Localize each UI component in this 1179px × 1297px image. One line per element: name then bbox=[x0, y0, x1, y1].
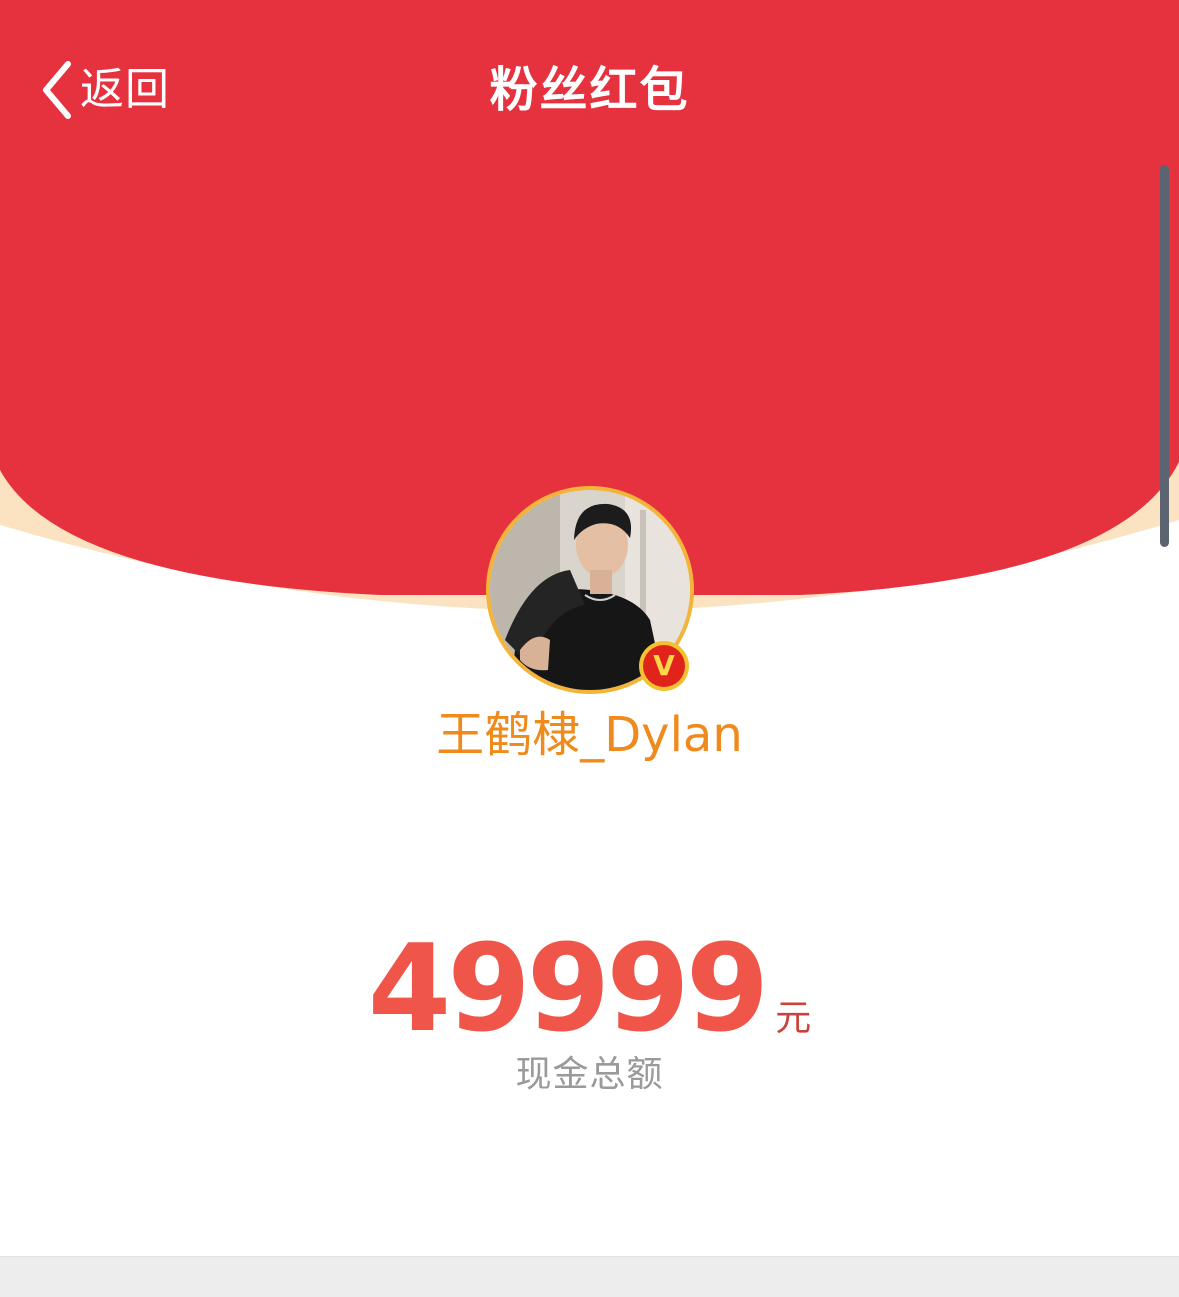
amount-row: 49999 元 bbox=[0, 925, 1179, 1055]
amount-caption: 现金总额 bbox=[515, 1054, 664, 1095]
page-title: 粉丝红包 bbox=[489, 62, 690, 118]
username[interactable]: 王鹤棣_Dylan bbox=[0, 700, 1179, 770]
amount-unit: 元 bbox=[775, 998, 812, 1039]
verified-badge-icon: V bbox=[639, 641, 689, 691]
amount-value: 49999 bbox=[367, 920, 769, 1059]
scrollbar[interactable] bbox=[1160, 165, 1169, 547]
verified-mark: V bbox=[643, 645, 685, 687]
bottom-bar bbox=[0, 1256, 1179, 1297]
